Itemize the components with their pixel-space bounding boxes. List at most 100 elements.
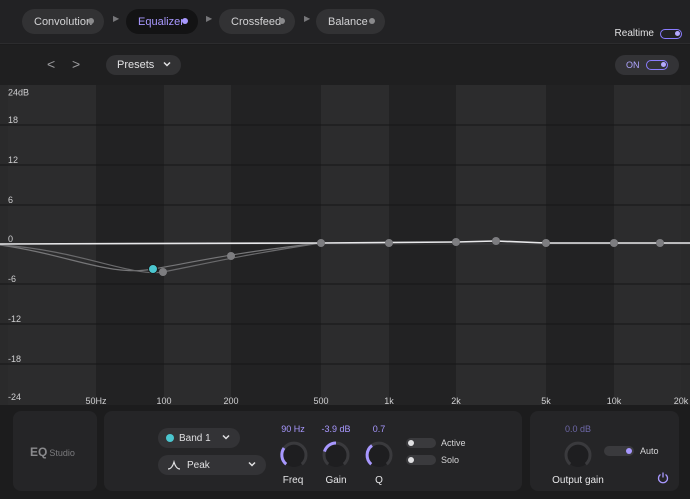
stage-status-dot [88,18,94,24]
realtime-toggle[interactable] [660,29,682,39]
filter-type-select[interactable]: Peak [158,455,266,475]
pipeline-arrow-icon: ▶ [113,14,120,23]
frequency-tick-label: 2k [451,396,461,405]
eq-toolbar: < > Presets ON [0,45,690,85]
eq-enable-switch[interactable] [646,60,668,70]
band-node [492,237,500,245]
frequency-band [546,85,614,405]
eq-enable-toggle[interactable]: ON [615,55,679,75]
frequency-tick-label: 50Hz [85,396,107,405]
gain-value: -3.9 dB [321,424,351,434]
switch-knob [408,440,414,446]
pipeline-arrow-icon: ▶ [206,14,213,23]
output-gain-value: 0.0 dB [564,424,592,434]
gain-tick-label: -18 [8,354,21,364]
band-name: Band 1 [179,432,211,444]
output-panel: 0.0 dB Output gain Auto [530,411,679,491]
chevron-left-icon[interactable]: < [47,57,55,71]
switch-knob [626,448,632,454]
band-color-dot [166,434,174,442]
logo-product: Studio [49,448,75,458]
eq-enable-label: ON [626,60,640,70]
frequency-tick-label: 200 [223,396,238,405]
power-icon[interactable] [656,471,670,485]
stage-status-dot [369,18,375,24]
freq-label: Freq [282,475,304,486]
gain-tick-label: -24 [8,392,21,402]
chevron-down-icon [163,61,171,67]
stage-status-dot [279,18,285,24]
gain-tick-label: 24dB [8,87,29,97]
q-knob[interactable] [363,439,395,471]
output-gain-label: Output gain [552,475,604,486]
solo-switch[interactable] [406,455,436,465]
stage-balance[interactable]: Balance [316,9,385,34]
toggle-knob [661,62,666,67]
presets-label: Presets [117,59,155,71]
q-label: Q [375,475,383,486]
active-switch[interactable] [406,438,436,448]
stage-convolution[interactable]: Convolution [22,9,104,34]
stage-label: Equalizer [138,15,184,28]
stage-label: Convolution [34,15,93,28]
band-node [385,239,393,247]
q-value: 0.7 [372,424,386,434]
realtime-label: Realtime [614,28,654,39]
selected-band-node [148,264,158,274]
gain-tick-label: 12 [8,155,18,165]
frequency-tick-label: 100 [156,396,171,405]
eq-response-plot[interactable]: 24dB 18 12 6 0 -6 -12 -18 -24 50Hz 100 200 500 1k 2k 5… [0,85,690,405]
filter-type-label: Peak [187,459,210,471]
band-node [227,252,235,260]
gain-tick-label: 6 [8,195,13,205]
chevron-down-icon [248,461,256,467]
stage-crossfeed[interactable]: Crossfeed [219,9,295,34]
pipeline-bar: Convolution ▶ Equalizer ▶ Crossfeed ▶ Ba… [0,0,690,44]
logo-panel: EQ Studio [13,411,97,491]
band-node [159,268,167,276]
pipeline-arrow-icon: ▶ [304,14,311,23]
gain-tick-label: -6 [8,274,16,284]
gain-knob[interactable] [320,439,352,471]
band-select[interactable]: Band 1 [158,428,240,448]
frequency-band [614,85,681,405]
auto-label: Auto [640,446,659,456]
stage-status-dot [182,18,188,24]
peak-filter-icon [167,460,181,470]
frequency-band [96,85,164,405]
band-panel: Band 1 Peak 90 Hz Freq -3.9 dB Gain 0.7 … [104,411,522,491]
switch-knob [408,457,414,463]
gain-tick-label: -12 [8,314,21,324]
band-node [452,238,460,246]
band-node [610,239,618,247]
gain-tick-label: 18 [8,115,18,125]
gain-label: Gain [325,475,347,486]
presets-dropdown[interactable]: Presets [106,55,181,75]
band-node [656,239,664,247]
frequency-tick-label: 1k [384,396,394,405]
gain-tick-label: 0 [8,234,13,244]
frequency-bands [8,85,681,405]
solo-label: Solo [441,455,460,465]
chevron-right-icon[interactable]: > [72,57,80,71]
logo-brand: EQ [30,445,48,459]
frequency-band [321,85,389,405]
freq-knob[interactable] [278,439,310,471]
chevron-down-icon [222,434,230,440]
logo: EQ Studio [30,445,75,459]
freq-value: 90 Hz [281,424,305,434]
stage-equalizer[interactable]: Equalizer [126,9,198,34]
band-node [542,239,550,247]
output-gain-knob[interactable] [562,439,594,471]
frequency-band [389,85,456,405]
frequency-tick-label: 10k [607,396,622,405]
stage-label: Balance [328,15,368,28]
auto-toggle[interactable] [604,446,634,456]
band-node [317,239,325,247]
stage-label: Crossfeed [231,15,282,28]
frequency-tick-label: 5k [541,396,551,405]
frequency-band [164,85,231,405]
frequency-tick-label: 500 [313,396,328,405]
frequency-band [8,85,96,405]
toggle-knob [675,31,680,36]
